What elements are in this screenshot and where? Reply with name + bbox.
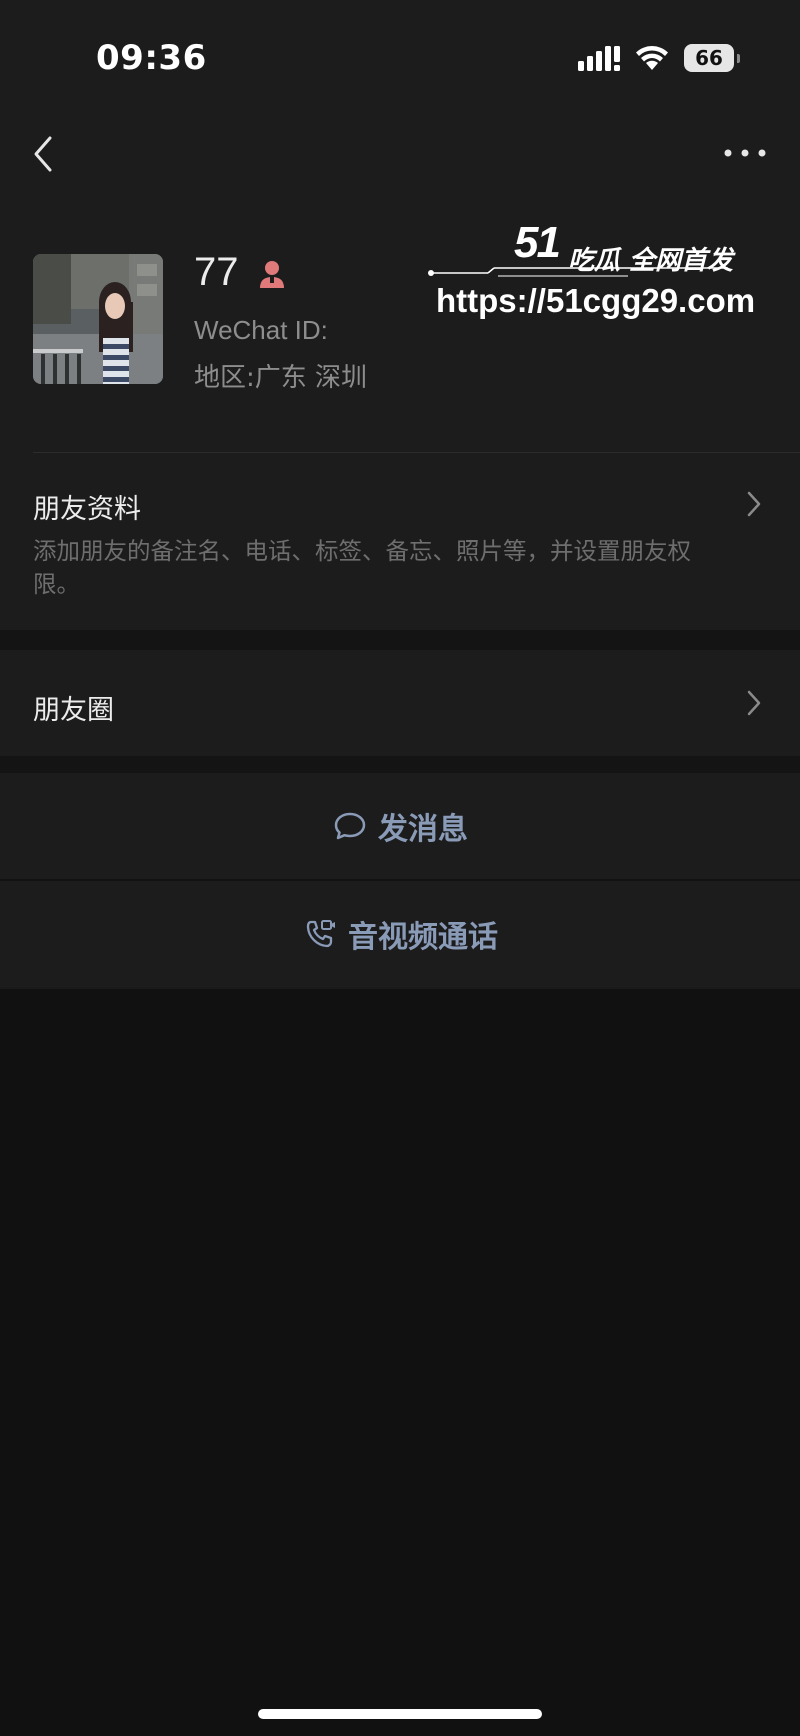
- watermark: 51 吃瓜 全网首发 https://51cgg29.com: [428, 218, 758, 328]
- friend-info-title: 朋友资料: [33, 494, 141, 525]
- signal-icon: [578, 46, 620, 71]
- section-gap: [0, 756, 800, 773]
- moments-title: 朋友圈: [33, 695, 114, 726]
- chat-bubble-icon: [334, 812, 366, 840]
- home-indicator[interactable]: [258, 1709, 542, 1719]
- avatar[interactable]: [33, 254, 163, 384]
- friend-info-description: 添加朋友的备注名、电话、标签、备忘、照片等，并设置朋友权限。: [33, 537, 691, 598]
- friend-info-row[interactable]: 朋友资料 添加朋友的备注名、电话、标签、备忘、照片等，并设置朋友权限。: [0, 455, 800, 630]
- moments-row[interactable]: 朋友圈: [0, 650, 800, 756]
- wechat-id-label: WeChat ID:: [194, 315, 328, 345]
- video-call-button[interactable]: 音视频通话: [0, 881, 800, 987]
- status-time: 09:36: [96, 38, 207, 78]
- chevron-left-icon[interactable]: [28, 130, 68, 178]
- section-gap: [0, 630, 800, 650]
- status-icons: 66: [578, 44, 740, 72]
- watermark-url: https://51cgg29.com: [436, 282, 756, 319]
- female-icon: [260, 261, 284, 288]
- more-horizontal-icon[interactable]: [720, 138, 770, 168]
- watermark-brand: 51: [514, 218, 561, 267]
- watermark-line: [428, 267, 728, 277]
- battery-icon: 66: [684, 44, 740, 72]
- section-divider: [33, 452, 800, 453]
- send-message-button[interactable]: 发消息: [0, 773, 800, 879]
- region-text: 地区:广东 深圳: [194, 363, 368, 393]
- phone-video-icon: [306, 920, 335, 948]
- chevron-right-icon: [747, 491, 761, 517]
- video-call-label: 音视频通话: [348, 920, 498, 955]
- profile-name: 77: [194, 250, 239, 294]
- send-message-label: 发消息: [378, 812, 468, 847]
- row-separator: [0, 987, 800, 989]
- chevron-right-icon: [747, 690, 761, 716]
- wifi-icon: [636, 46, 668, 70]
